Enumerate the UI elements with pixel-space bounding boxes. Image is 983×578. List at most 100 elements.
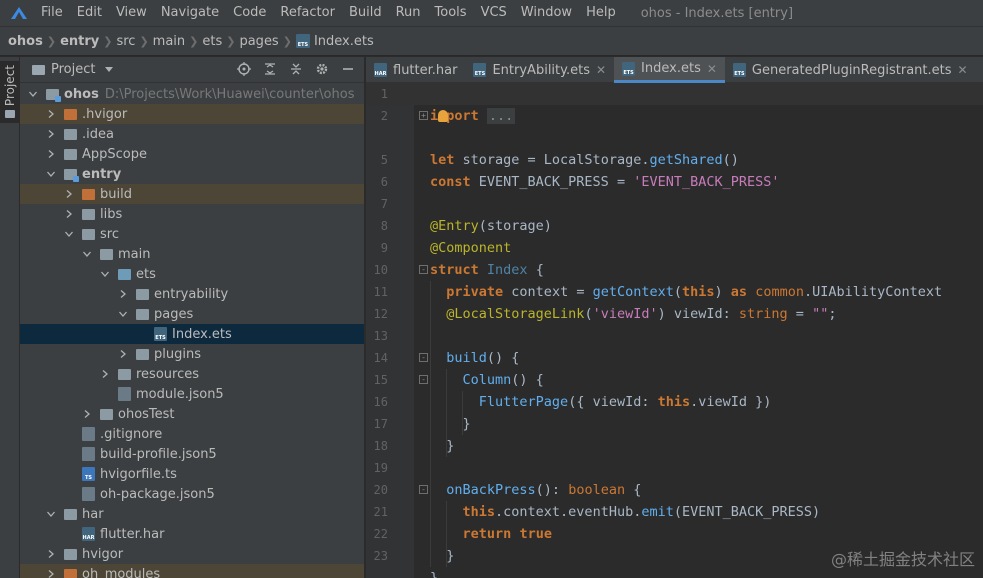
chevron-down-icon[interactable] [28, 89, 38, 99]
tab-flutter-har[interactable]: HAR flutter.har [366, 57, 465, 83]
breadcrumb-item[interactable]: ohos [8, 34, 43, 49]
minimize-icon[interactable] [340, 61, 356, 77]
menu-refactor[interactable]: Refactor [273, 0, 342, 26]
tree-item-resources[interactable]: resources [20, 364, 364, 384]
breadcrumb-item[interactable]: main [153, 34, 185, 49]
fold-toggle-icon[interactable]: - [419, 353, 428, 362]
menu-tools[interactable]: Tools [428, 0, 474, 26]
chevron-down-icon[interactable] [118, 309, 128, 319]
tree-item--hvigor[interactable]: .hvigor [20, 104, 364, 124]
chevron-down-icon[interactable] [46, 169, 56, 179]
tree-item-har[interactable]: har [20, 504, 364, 524]
chevron-right-icon[interactable] [82, 409, 92, 419]
chevron-right-icon[interactable] [46, 109, 56, 119]
chevron-right-icon[interactable] [46, 129, 56, 139]
chevron-right-icon[interactable] [118, 289, 128, 299]
line-number: 5 [380, 153, 388, 167]
chevron-right-icon[interactable] [64, 189, 74, 199]
tree-item-plugins[interactable]: plugins [20, 344, 364, 364]
tree-item-ets[interactable]: ets [20, 264, 364, 284]
menu-navigate[interactable]: Navigate [154, 0, 226, 26]
breadcrumb-item[interactable]: ets [202, 34, 222, 49]
code-line: 23 } [366, 545, 983, 567]
close-icon[interactable]: ✕ [707, 62, 717, 76]
tree-item-libs[interactable]: libs [20, 204, 364, 224]
tree-item-label: Index.ets [172, 326, 232, 342]
fold-toggle-icon[interactable]: - [419, 375, 428, 384]
tree-item-entry[interactable]: entry [20, 164, 364, 184]
chevron-right-icon[interactable] [100, 369, 110, 379]
collapse-all-icon[interactable] [288, 61, 304, 77]
tree-item--gitignore[interactable]: .gitignore [20, 424, 364, 444]
code-token: Column [462, 372, 512, 388]
fold-toggle-icon[interactable]: + [419, 111, 428, 120]
locate-file-icon[interactable] [236, 61, 252, 77]
tree-item-entryability[interactable]: entryability [20, 284, 364, 304]
tree-item-oh-package-json5[interactable]: oh-package.json5 [20, 484, 364, 504]
fold-toggle-icon[interactable]: - [419, 265, 428, 274]
chevron-right-icon[interactable] [46, 149, 56, 159]
fold-toggle-icon[interactable]: - [419, 485, 428, 494]
tree-item-appscope[interactable]: AppScope [20, 144, 364, 164]
tree-item-ohos[interactable]: ohos D:\Projects\Work\Huawei\counter\ohos [20, 84, 364, 104]
tab-entryability-ets[interactable]: ETS EntryAbility.ets ✕ [465, 57, 614, 83]
code-line: 2 + import ... [366, 105, 983, 127]
tree-item-build-profile-json5[interactable]: build-profile.json5 [20, 444, 364, 464]
tree-item-hvigor[interactable]: hvigor [20, 544, 364, 564]
tree-item-build[interactable]: build [20, 184, 364, 204]
code-token: this [657, 394, 691, 410]
close-icon[interactable]: ✕ [596, 63, 606, 77]
close-icon[interactable]: ✕ [958, 63, 968, 77]
chevron-right-icon[interactable] [118, 349, 128, 359]
tree-item-label: module.json5 [136, 386, 224, 402]
tab-index-ets[interactable]: ETS Index.ets ✕ [614, 57, 725, 83]
folder-icon [118, 368, 131, 380]
gear-icon[interactable] [314, 61, 330, 77]
tree-item-main[interactable]: main [20, 244, 364, 264]
tree-item-hvigorfile-ts[interactable]: TS hvigorfile.ts [20, 464, 364, 484]
tree-item--idea[interactable]: .idea [20, 124, 364, 144]
menu-vcs[interactable]: VCS [474, 0, 514, 26]
project-tool-tab[interactable]: Project [0, 61, 20, 123]
tree-item-pages[interactable]: pages [20, 304, 364, 324]
tree-item-ohostest[interactable]: ohosTest [20, 404, 364, 424]
folder-icon [46, 88, 61, 102]
menu-code[interactable]: Code [226, 0, 273, 26]
chevron-down-icon[interactable] [46, 509, 56, 519]
code-editor[interactable]: @稀土掘金技术社区 1 2 + import ... 5 let storage = Lo… [366, 83, 983, 578]
chevron-right-icon[interactable] [64, 209, 74, 219]
breadcrumb-item[interactable]: src [116, 34, 135, 49]
tree-item-label: entry [82, 166, 122, 182]
tab-generatedpluginregistrant-ets[interactable]: ETS GeneratedPluginRegistrant.ets ✕ [725, 57, 976, 83]
tree-item-module-json5[interactable]: module.json5 [20, 384, 364, 404]
tree-item-flutter-har[interactable]: HAR flutter.har [20, 524, 364, 544]
chevron-down-icon[interactable] [100, 269, 110, 279]
chevron-right-icon[interactable] [46, 569, 56, 578]
breadcrumb-item[interactable]: entry [60, 34, 99, 49]
tree-item-oh-modules[interactable]: oh_modules [20, 564, 364, 578]
menu-run[interactable]: Run [389, 0, 428, 26]
menu-edit[interactable]: Edit [70, 0, 109, 26]
tree-item-src[interactable]: src [20, 224, 364, 244]
menu-window[interactable]: Window [514, 0, 579, 26]
chevron-down-icon[interactable] [64, 229, 74, 239]
intention-bulb-icon[interactable] [438, 110, 448, 122]
menu-help[interactable]: Help [579, 0, 623, 26]
menu-file[interactable]: File [34, 0, 70, 26]
code-token: .viewId }) [690, 394, 772, 410]
tree-item-path: D:\Projects\Work\Huawei\counter\ohos [104, 86, 355, 102]
chevron-right-icon[interactable] [46, 549, 56, 559]
code-token: this [682, 284, 715, 300]
project-panel-title[interactable]: Project [51, 62, 95, 77]
menu-view[interactable]: View [109, 0, 154, 26]
tree-item-index-ets[interactable]: ETS Index.ets [20, 324, 364, 344]
chevron-down-icon[interactable] [105, 67, 114, 72]
tab-label: GeneratedPluginRegistrant.ets [751, 62, 952, 78]
menu-build[interactable]: Build [342, 0, 389, 26]
expand-all-icon[interactable] [262, 61, 278, 77]
breadcrumb-item[interactable]: ETS Index.ets [295, 34, 374, 49]
breadcrumb-item[interactable]: pages [239, 34, 278, 49]
chevron-down-icon[interactable] [82, 249, 92, 259]
